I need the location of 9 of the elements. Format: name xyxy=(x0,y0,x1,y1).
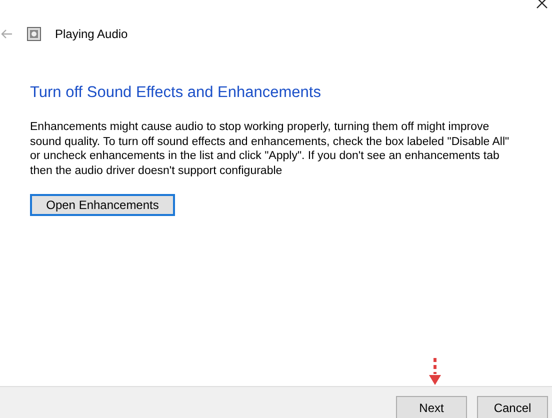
heading: Turn off Sound Effects and Enhancements xyxy=(30,84,322,102)
description-text: Enhancements might cause audio to stop working properly, turning them off might improve sound quality. To turn off sound effects and enhancements, check the box labeled "Disable All" or uncheck enhancements in the list and click "Apply". If you don't see an enhancements tab then the audio driver doesn't support configurable xyxy=(30,120,510,178)
pointer-arrow-icon xyxy=(429,358,441,386)
next-button[interactable]: Next xyxy=(396,396,467,418)
close-icon[interactable] xyxy=(536,0,548,10)
cancel-button[interactable]: Cancel xyxy=(477,396,548,418)
speaker-icon xyxy=(27,27,41,41)
window-title: Playing Audio xyxy=(55,27,128,41)
open-enhancements-button[interactable]: Open Enhancements xyxy=(30,194,175,216)
